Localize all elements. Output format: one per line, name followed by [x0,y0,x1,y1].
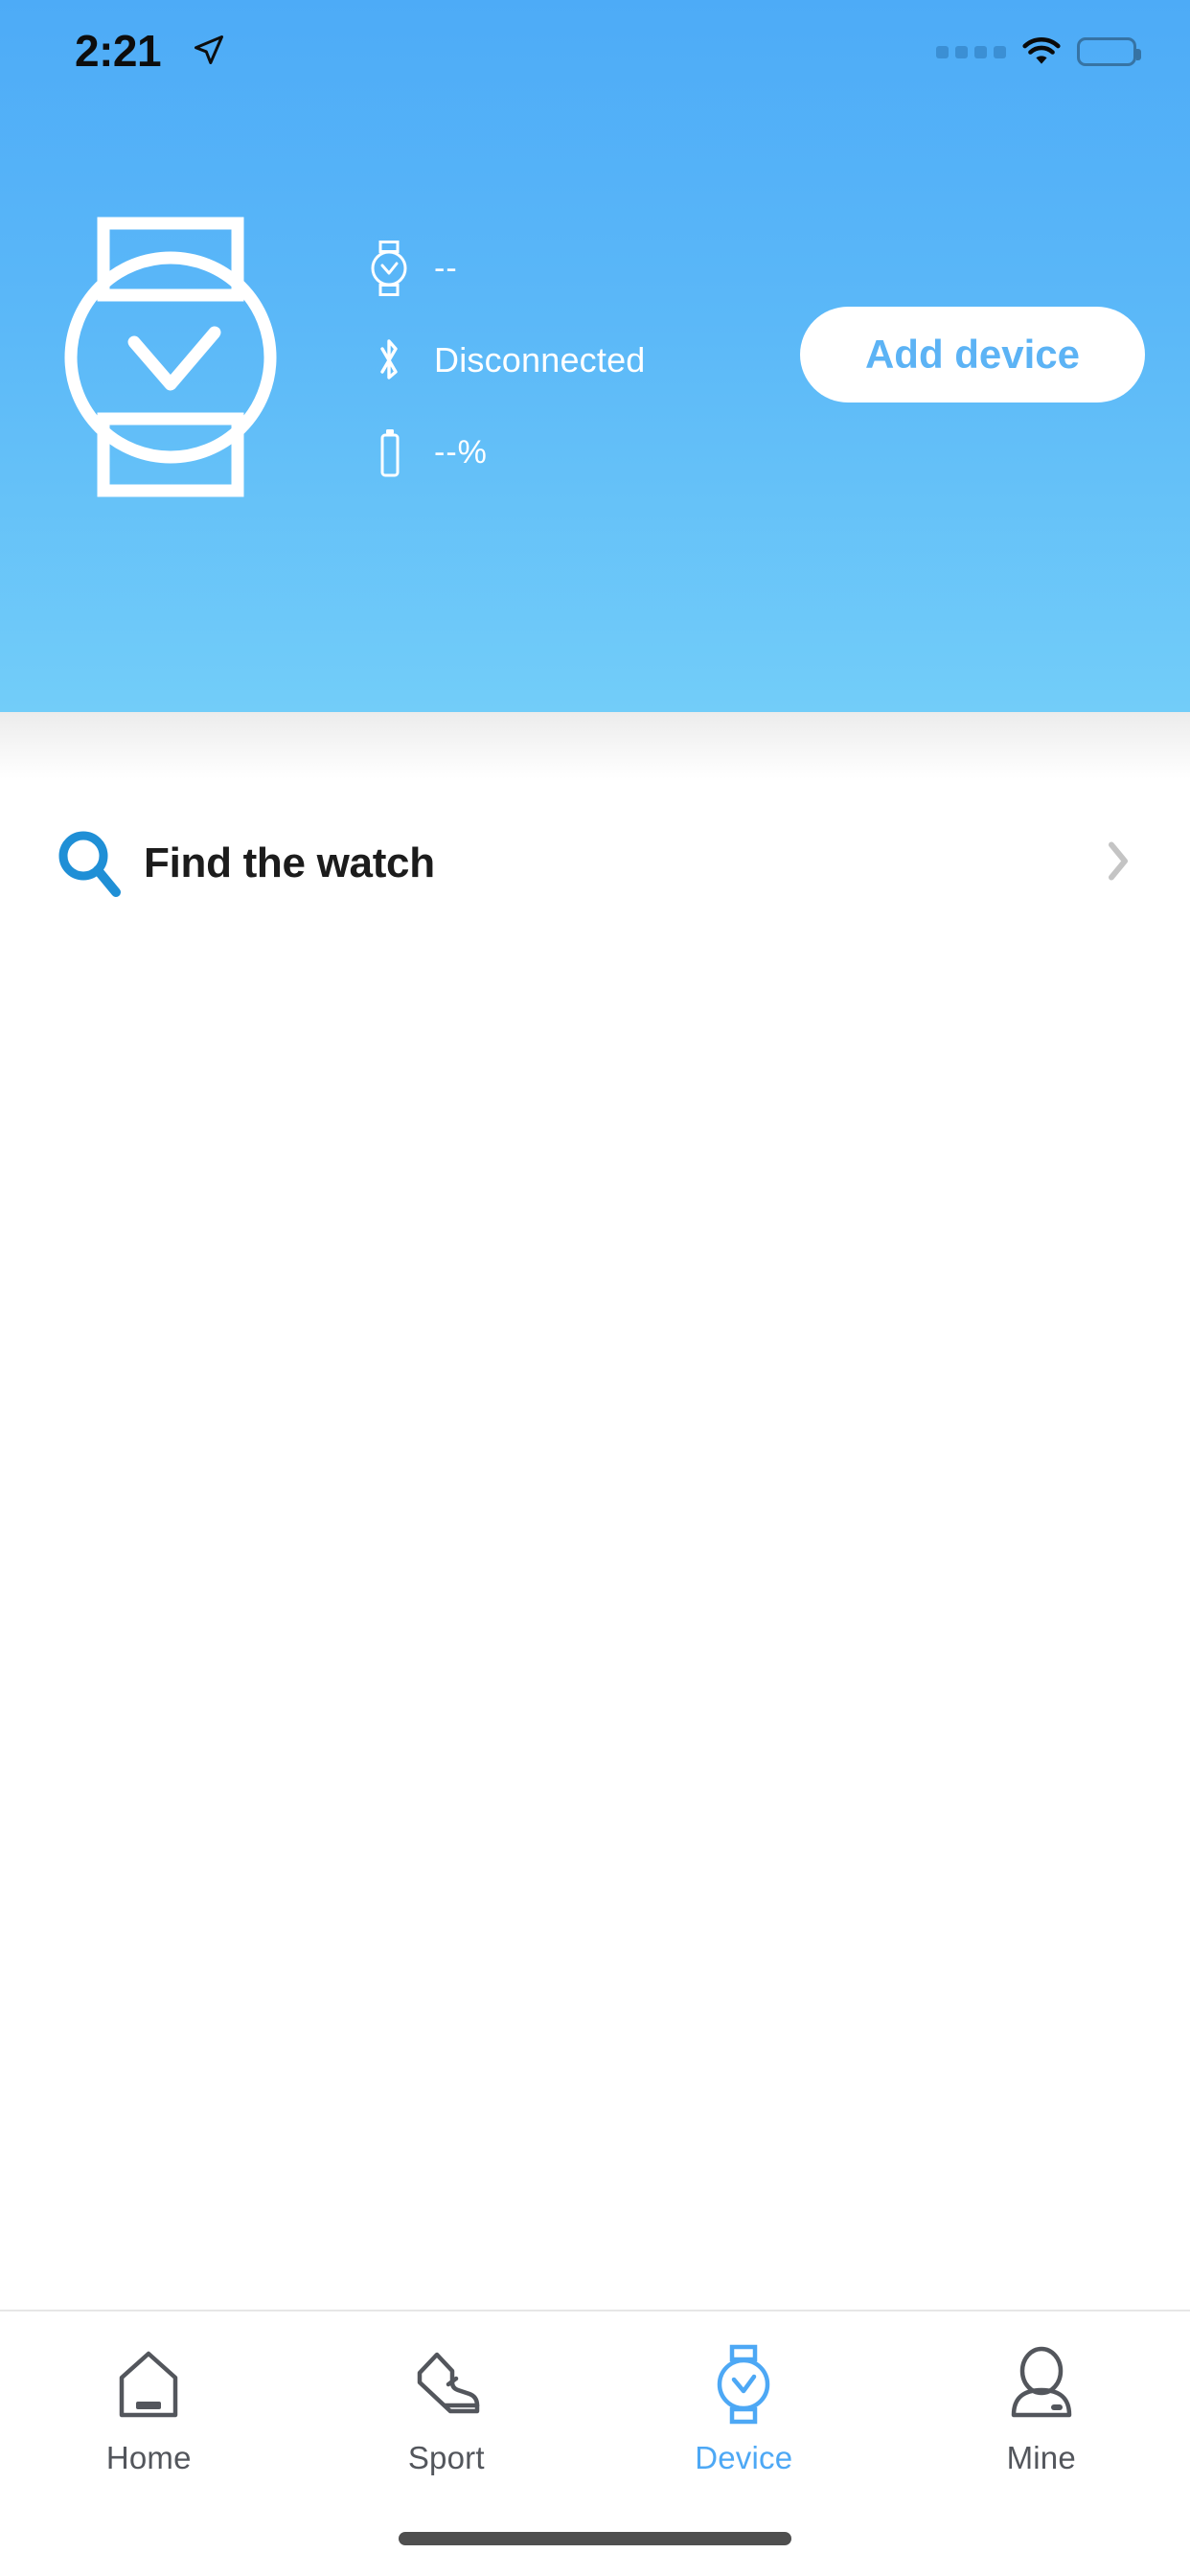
bottom-tab-bar: Home Sport Device [0,2310,1190,2576]
device-info-list: -- Disconnected --% [367,222,779,498]
tab-mine[interactable]: Mine [893,2312,1190,2503]
status-bar-time: 2:21 [75,25,161,77]
device-info-value: Disconnected [434,340,646,380]
shoe-icon [406,2344,487,2425]
device-header: 2:21 [0,0,1190,712]
find-the-watch-label: Find the watch [144,840,435,887]
tab-device-label: Device [695,2440,792,2476]
person-icon [1006,2344,1077,2425]
device-info-row-watch: -- [367,222,779,314]
home-indicator [399,2532,791,2545]
status-bar-indicators [936,36,1136,67]
add-device-button[interactable]: Add device [800,307,1145,402]
tab-device[interactable]: Device [595,2312,893,2503]
device-info-row-bluetooth: Disconnected [367,314,779,406]
chevron-right-icon [1104,837,1133,889]
app-screen: 2:21 [0,0,1190,2576]
device-info-row-battery: --% [367,406,779,498]
tab-home-label: Home [106,2440,192,2476]
find-the-watch-row[interactable]: Find the watch [0,779,1190,947]
device-info-value: -- [434,250,458,288]
battery-icon [367,426,411,479]
watch-outline-illustration [59,216,282,498]
bluetooth-icon [367,334,411,387]
tab-sport-label: Sport [408,2440,485,2476]
battery-full-icon [1077,37,1136,66]
status-bar: 2:21 [0,0,1190,96]
tab-home[interactable]: Home [0,2312,298,2503]
location-arrow-icon [192,33,226,67]
settings-list: Find the watch [0,779,1190,947]
tab-mine-label: Mine [1007,2440,1076,2476]
header-body-divider [0,712,1190,779]
wifi-icon [1021,36,1062,67]
watch-icon [367,241,411,296]
search-icon [54,827,126,900]
home-icon [113,2344,184,2425]
signal-dots-icon [936,46,1006,58]
tab-sport[interactable]: Sport [298,2312,596,2503]
device-info-value: --% [434,434,488,472]
watch-icon [710,2344,777,2425]
